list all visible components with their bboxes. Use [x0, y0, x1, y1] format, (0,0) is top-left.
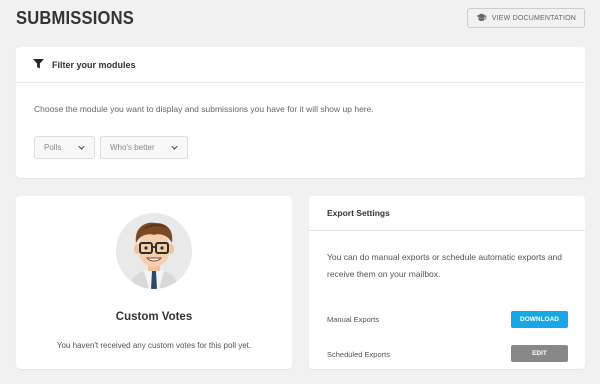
- module-type-value: Polls: [44, 143, 62, 152]
- custom-votes-message: You haven't received any custom votes fo…: [56, 341, 252, 350]
- view-documentation-button[interactable]: VIEW DOCUMENTATION: [466, 8, 585, 28]
- download-button[interactable]: DOWNLOAD: [511, 311, 568, 328]
- export-settings-card: Export Settings You can do manual export…: [309, 196, 585, 369]
- view-documentation-label: VIEW DOCUMENTATION: [491, 14, 576, 22]
- custom-votes-card: Custom Votes You haven't received any cu…: [16, 196, 292, 369]
- module-type-select[interactable]: Polls: [34, 136, 95, 159]
- custom-votes-title: Custom Votes: [115, 311, 193, 323]
- filter-header: Filter your modules: [16, 47, 585, 83]
- module-select[interactable]: Who's better: [100, 136, 188, 159]
- edit-button[interactable]: EDIT: [511, 345, 568, 362]
- avatar: [116, 213, 192, 289]
- filter-icon: [33, 58, 44, 71]
- filter-description: Choose the module you want to display an…: [34, 104, 374, 114]
- page-title: SUBMISSIONS: [16, 8, 134, 28]
- scheduled-exports-label: Scheduled Exports: [327, 350, 390, 359]
- manual-exports-label: Manual Exports: [327, 315, 380, 324]
- export-settings-title: Export Settings: [309, 196, 585, 231]
- module-value: Who's better: [110, 143, 155, 152]
- filter-card: Filter your modules Choose the module yo…: [16, 47, 585, 178]
- graduation-cap-icon: [476, 13, 487, 24]
- filter-title: Filter your modules: [52, 59, 136, 70]
- chevron-down-icon: [78, 143, 85, 152]
- chevron-down-icon: [171, 143, 178, 152]
- export-description: You can do manual exports or schedule au…: [327, 252, 562, 279]
